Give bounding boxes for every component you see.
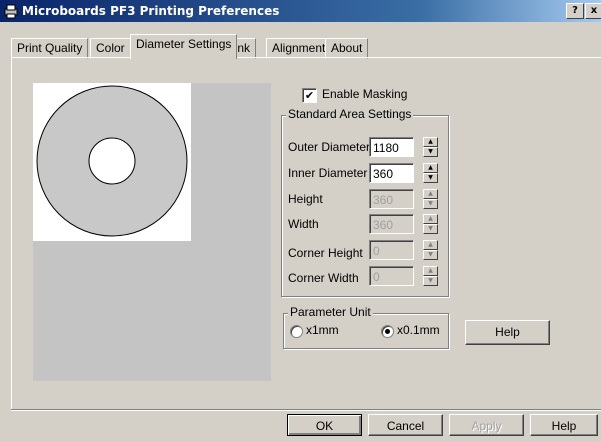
- disc-preview: [33, 83, 271, 381]
- spin-up-icon: ▲: [423, 214, 438, 224]
- spin-up-icon: ▲: [423, 266, 438, 276]
- context-help-button[interactable]: ?: [566, 3, 584, 19]
- tab-alignment[interactable]: Alignment: [266, 38, 332, 59]
- corner-height-input: 0: [369, 240, 414, 260]
- tab-diameter-settings[interactable]: Diameter Settings: [130, 34, 238, 59]
- unit-x1mm-radio[interactable]: [290, 325, 303, 338]
- width-label: Width: [288, 217, 319, 231]
- corner-height-spinner: ▲ ▼: [423, 240, 438, 260]
- corner-width-input: 0: [369, 266, 414, 286]
- spin-up-icon: ▲: [423, 189, 438, 199]
- unit-x01mm-radio[interactable]: [381, 325, 394, 338]
- corner-width-spinner: ▲ ▼: [423, 266, 438, 286]
- unit-x1mm-label: x1mm: [306, 323, 339, 337]
- outer-diameter-spinner[interactable]: ▲ ▼: [423, 137, 438, 157]
- help-button[interactable]: Help: [530, 414, 598, 436]
- spin-down-icon: ▼: [423, 250, 438, 260]
- spin-down-icon: ▼: [423, 276, 438, 286]
- tab-about[interactable]: About: [325, 38, 369, 59]
- inner-diameter-input[interactable]: 360: [369, 163, 414, 183]
- close-button[interactable]: x: [585, 3, 601, 19]
- help-button-inline[interactable]: Help: [465, 320, 550, 345]
- width-spinner: ▲ ▼: [423, 214, 438, 234]
- tab-color[interactable]: Color: [90, 38, 131, 59]
- spin-down-icon: ▼: [423, 224, 438, 234]
- tab-strip: Print Quality Color Diameter Settings In…: [0, 22, 601, 62]
- ok-button[interactable]: OK: [287, 414, 362, 436]
- height-label: Height: [288, 192, 323, 206]
- width-input: 360: [369, 214, 414, 234]
- footer-divider: [11, 409, 601, 411]
- corner-height-label: Corner Height: [288, 246, 363, 260]
- apply-button: Apply: [449, 414, 524, 436]
- spin-down-icon: ▼: [423, 199, 438, 209]
- inner-diameter-spinner[interactable]: ▲ ▼: [423, 163, 438, 183]
- spin-down-icon[interactable]: ▼: [423, 147, 438, 157]
- spin-up-icon: ▲: [423, 240, 438, 250]
- inner-diameter-label: Inner Diameter: [288, 166, 368, 180]
- enable-masking-label: Enable Masking: [322, 87, 408, 101]
- parameter-unit-title: Parameter Unit: [288, 305, 373, 319]
- title-bar: Microboards PF3 Printing Preferences ? x: [0, 0, 601, 22]
- outer-diameter-input[interactable]: 1180: [369, 137, 414, 157]
- disc-graphic: [36, 85, 188, 237]
- spin-up-icon[interactable]: ▲: [423, 137, 438, 147]
- outer-diameter-label: Outer Diameter: [288, 140, 371, 154]
- spin-up-icon[interactable]: ▲: [423, 163, 438, 173]
- standard-area-title: Standard Area Settings: [286, 107, 414, 121]
- printer-icon: [4, 4, 18, 19]
- height-spinner: ▲ ▼: [423, 189, 438, 209]
- window-title: Microboards PF3 Printing Preferences: [22, 4, 280, 18]
- unit-x01mm-label: x0.1mm: [397, 323, 440, 337]
- spin-down-icon[interactable]: ▼: [423, 173, 438, 183]
- height-input: 360: [369, 189, 414, 209]
- enable-masking-checkbox[interactable]: ✔: [302, 88, 317, 103]
- tab-print-quality[interactable]: Print Quality: [11, 38, 89, 59]
- cancel-button[interactable]: Cancel: [368, 414, 443, 436]
- radio-selected-dot: [385, 329, 390, 334]
- disc-hole: [88, 137, 136, 185]
- corner-width-label: Corner Width: [288, 271, 359, 285]
